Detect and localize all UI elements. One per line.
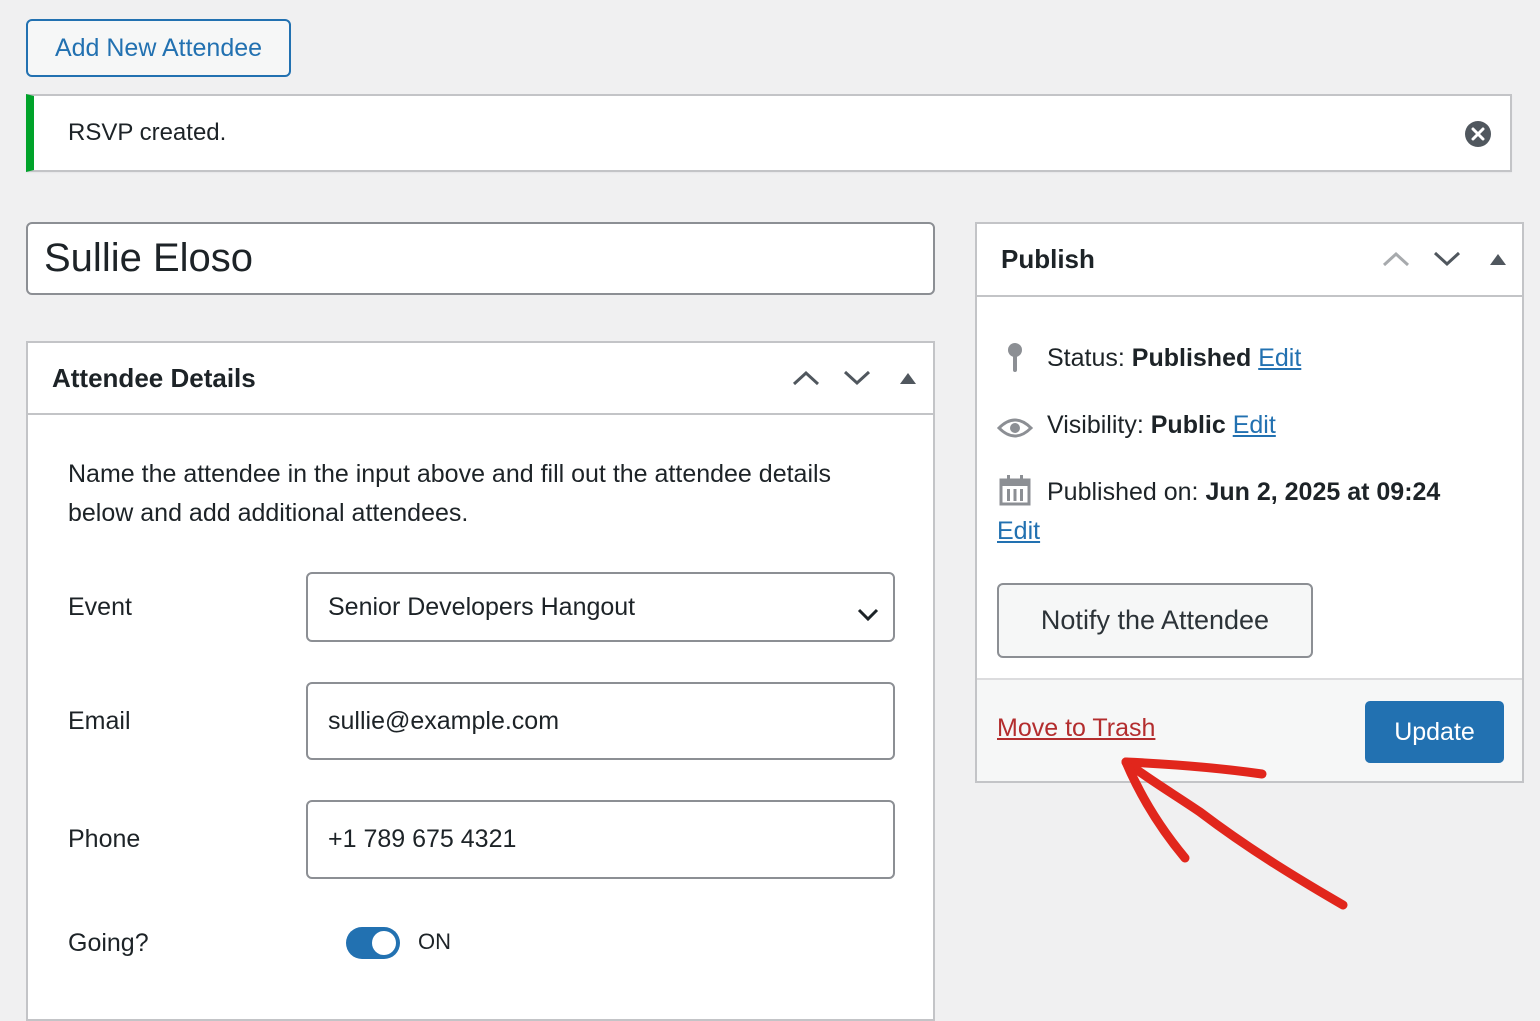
visibility-label: Visibility: — [1047, 411, 1144, 439]
attendee-name-input[interactable]: Sullie Eloso — [26, 222, 935, 295]
publish-header: Publish — [977, 224, 1522, 297]
visibility-edit-link[interactable]: Edit — [1233, 411, 1276, 439]
published-on-label: Published on: — [1047, 478, 1199, 506]
panel-title: Publish — [1001, 244, 1095, 274]
calendar-icon — [999, 474, 1031, 511]
chevron-down-icon — [857, 600, 879, 629]
attendee-details-header: Attendee Details — [28, 343, 933, 415]
going-label: Going? — [68, 929, 149, 957]
pin-icon — [1005, 342, 1025, 379]
published-on-edit-row: Edit — [997, 517, 1040, 546]
close-circle-icon[interactable] — [1464, 120, 1492, 148]
details-description: Name the attendee in the input above and… — [68, 460, 832, 527]
going-toggle[interactable] — [346, 927, 400, 959]
notice-message: RSVP created. — [68, 119, 227, 146]
attendee-details-panel: Attendee Details Name the attendee in th… — [26, 341, 935, 1021]
publish-actions: Move to Trash Update — [977, 678, 1522, 781]
event-select[interactable]: Senior Developers Hangout — [306, 572, 895, 642]
move-to-trash-link[interactable]: Move to Trash — [997, 714, 1155, 743]
event-select-value: Senior Developers Hangout — [328, 592, 636, 621]
chevron-up-icon[interactable] — [788, 360, 824, 396]
collapse-triangle-icon[interactable] — [890, 360, 926, 396]
success-notice: RSVP created. — [26, 94, 1512, 172]
notify-attendee-button[interactable]: Notify the Attendee — [997, 583, 1313, 658]
published-on-value: Jun 2, 2025 at 09:24 — [1205, 478, 1441, 506]
status-label: Status: — [1047, 344, 1125, 372]
phone-label: Phone — [68, 825, 141, 853]
panel-title: Attendee Details — [52, 362, 256, 393]
collapse-triangle-icon[interactable] — [1480, 241, 1516, 277]
going-toggle-state: ON — [418, 929, 451, 954]
status-value: Published — [1131, 344, 1252, 372]
add-new-attendee-button[interactable]: Add New Attendee — [26, 19, 291, 77]
published-on-edit-link[interactable]: Edit — [997, 517, 1040, 545]
phone-field[interactable]: +1 789 675 4321 — [306, 800, 895, 879]
email-field[interactable]: sullie@example.com — [306, 682, 895, 760]
visibility-row: Visibility: Public Edit — [1047, 411, 1276, 440]
chevron-down-icon[interactable] — [1429, 241, 1465, 277]
chevron-down-icon[interactable] — [839, 360, 875, 396]
event-label: Event — [68, 593, 132, 621]
update-button[interactable]: Update — [1365, 701, 1504, 763]
published-on-row: Published on: Jun 2, 2025 at 09:24 — [1047, 478, 1440, 507]
toggle-knob — [372, 931, 396, 955]
chevron-up-icon[interactable] — [1378, 241, 1414, 277]
eye-icon — [996, 416, 1034, 445]
publish-panel: Publish Status: Published Edit Visibilit… — [975, 222, 1524, 783]
status-edit-link[interactable]: Edit — [1258, 344, 1301, 372]
email-label: Email — [68, 707, 131, 735]
visibility-value: Public — [1150, 411, 1226, 439]
status-row: Status: Published Edit — [1047, 344, 1301, 373]
